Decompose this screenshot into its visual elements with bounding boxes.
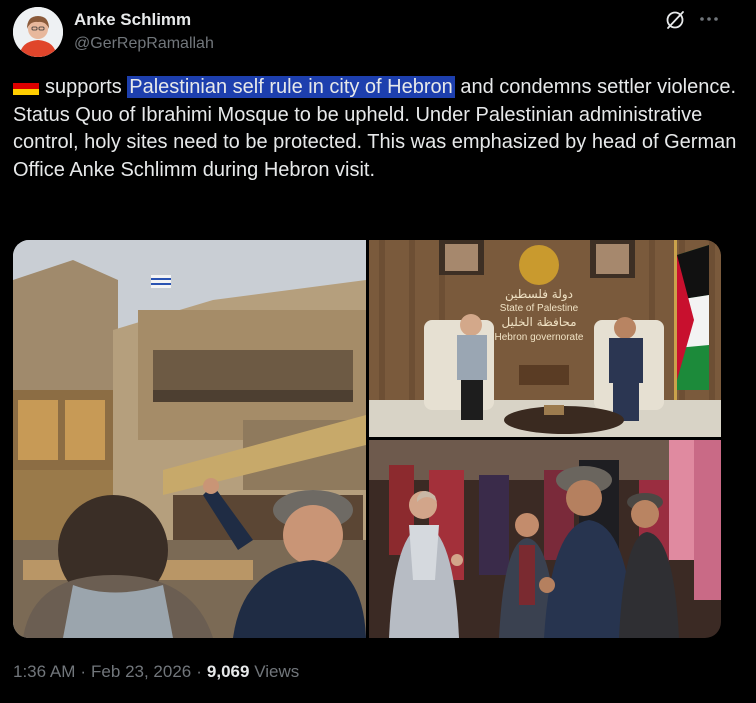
post-date[interactable]: Feb 23, 2026	[91, 662, 191, 681]
author-handle[interactable]: @GerRepRamallah	[74, 35, 214, 53]
more-options-icon[interactable]	[698, 8, 720, 30]
meta-separator: ·	[80, 662, 87, 681]
post-meta: 1:36 AM · Feb 23, 2026 · 9,069 Views	[13, 662, 299, 682]
meta-separator: ·	[196, 662, 202, 681]
photo-hebron-street[interactable]	[13, 240, 366, 638]
sign-english-state: State of Palestine	[500, 303, 579, 314]
post-text-highlight: Palestinian self rule in city of Hebron	[127, 76, 455, 98]
photo-governorate-meeting[interactable]: دولة فلسطين State of Palestine محافظة ال…	[369, 240, 721, 437]
sign-arabic-state: دولة فلسطين	[505, 287, 573, 302]
media-grid: دولة فلسطين State of Palestine محافظة ال…	[13, 240, 721, 638]
germany-flag-icon	[13, 76, 39, 95]
sign-english-governorate: Hebron governorate	[495, 332, 584, 343]
author-display-name[interactable]: Anke Schlimm	[74, 10, 191, 30]
avatar[interactable]	[13, 7, 63, 57]
photo-market-conversation[interactable]	[369, 440, 721, 638]
views-count[interactable]: 9,069	[207, 662, 250, 681]
post-text: supports Palestinian self rule in city o…	[13, 74, 741, 184]
views-label: Views	[254, 662, 300, 681]
post-time[interactable]: 1:36 AM	[13, 662, 75, 681]
grok-icon[interactable]	[664, 9, 686, 31]
post-text-start: supports	[45, 76, 128, 98]
sign-arabic-governorate: محافظة الخليل	[501, 315, 576, 329]
